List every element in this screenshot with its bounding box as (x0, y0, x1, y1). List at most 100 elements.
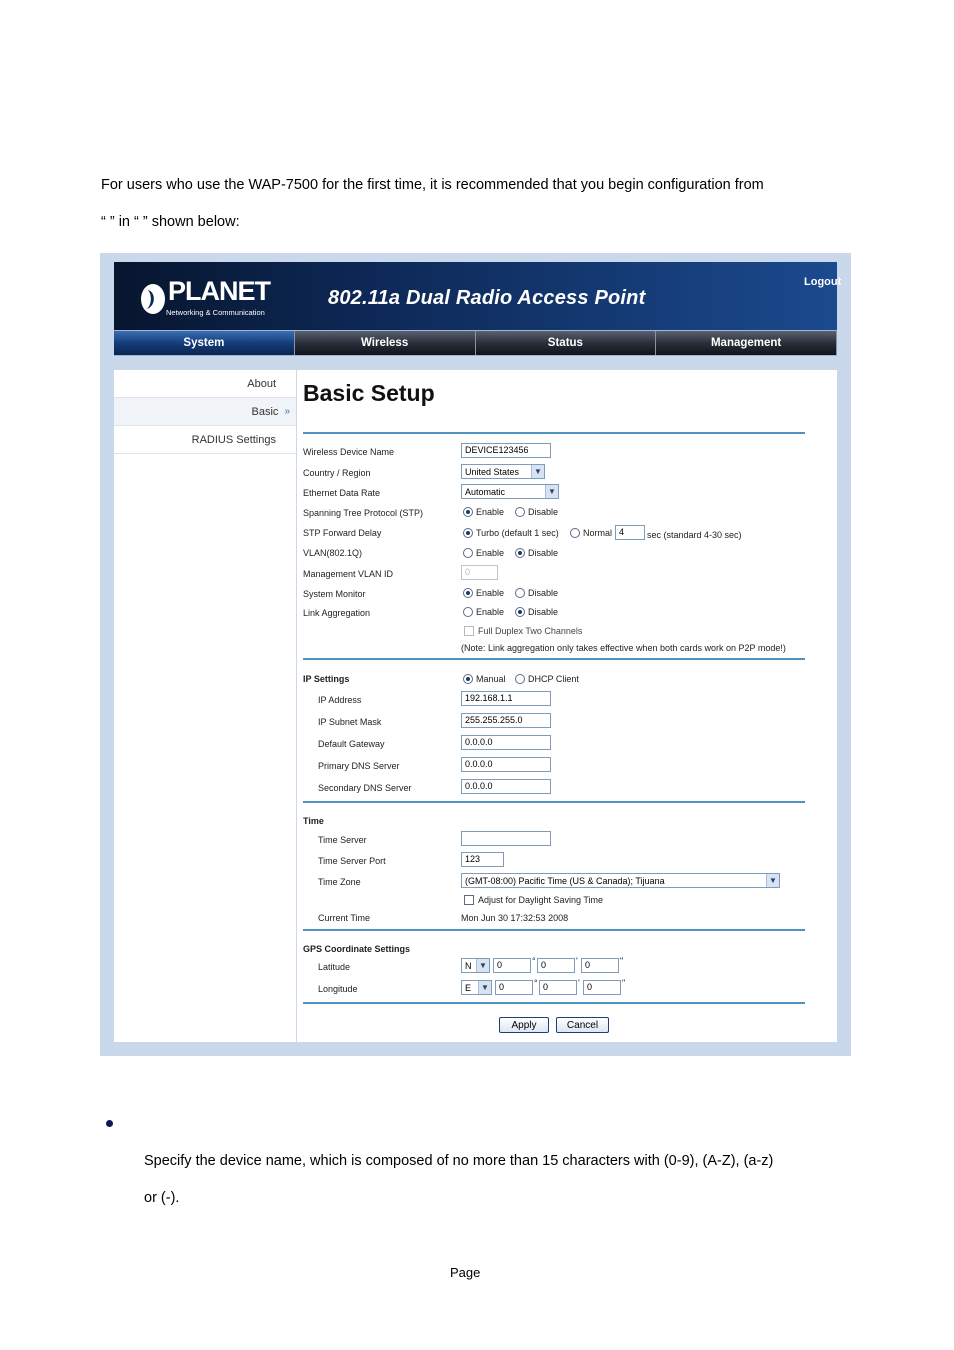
section-divider (303, 432, 805, 434)
aggregation-enable-radio[interactable]: Enable (463, 607, 504, 617)
radio-icon (515, 674, 525, 684)
radio-selected-icon (463, 507, 473, 517)
page-title: Basic Setup (303, 380, 435, 406)
country-select[interactable]: United States ▼ (461, 464, 545, 479)
radio-selected-icon (463, 674, 473, 684)
latitude-dir-select[interactable]: N ▼ (461, 958, 490, 973)
tab-system[interactable]: System (114, 331, 295, 355)
subnet-label: IP Subnet Mask (318, 717, 382, 727)
chevron-down-icon: ▼ (531, 465, 544, 478)
stp-disable-radio[interactable]: Disable (515, 507, 558, 517)
subnet-field[interactable]: 255.255.255.0 (461, 713, 551, 728)
sidebar-item-radius-settings[interactable]: RADIUS Settings (114, 426, 296, 454)
option-label: Enable (476, 588, 505, 598)
monitor-disable-radio[interactable]: Disable (515, 588, 558, 598)
option-label: Manual (476, 674, 506, 684)
vlan-label: VLAN(802.1Q) (303, 548, 363, 558)
ip-settings-header: IP Settings (303, 674, 350, 684)
vlan-disable-radio[interactable]: Disable (515, 548, 558, 558)
intro-line-2: “ ” in “ ” shown below: (101, 214, 240, 230)
sidebar-item-label: Basic (251, 405, 279, 418)
aggregation-note: (Note: Link aggregation only takes effec… (461, 643, 786, 653)
dst-checkbox[interactable]: Adjust for Daylight Saving Time (464, 895, 603, 905)
section-divider (303, 801, 805, 803)
checkbox-icon (464, 895, 474, 905)
dns1-field[interactable]: 0.0.0.0 (461, 757, 551, 772)
stp-delay-hint: sec (standard 4-30 sec) (647, 530, 742, 540)
longitude-min-field[interactable]: 0 (539, 980, 577, 995)
option-label: Normal (583, 528, 613, 538)
second-symbol: " (622, 978, 626, 988)
option-label: Enable (476, 507, 505, 517)
country-value: United States (465, 466, 520, 477)
chevron-down-icon: ▼ (476, 959, 489, 972)
ethernet-rate-value: Automatic (465, 486, 506, 497)
system-monitor-label: System Monitor (303, 589, 366, 599)
latitude-deg-field[interactable]: 0 (493, 958, 531, 973)
planet-logo-icon (141, 284, 165, 314)
ip-dhcp-radio[interactable]: DHCP Client (515, 674, 579, 684)
dns2-label: Secondary DNS Server (318, 783, 412, 793)
option-label: Adjust for Daylight Saving Time (478, 895, 604, 905)
degree-symbol: ° (534, 978, 538, 988)
current-time-label: Current Time (318, 913, 371, 923)
time-server-field[interactable] (461, 831, 551, 846)
description-line-2: or (-). (144, 1190, 180, 1206)
ethernet-rate-select[interactable]: Automatic ▼ (461, 484, 559, 499)
dns1-label: Primary DNS Server (318, 761, 400, 771)
gps-header: GPS Coordinate Settings (303, 944, 411, 954)
option-label: Disable (528, 548, 559, 558)
latitude-label: Latitude (318, 962, 351, 972)
ethernet-rate-label: Ethernet Data Rate (303, 488, 381, 498)
latitude-min-field[interactable]: 0 (537, 958, 575, 973)
stp-turbo-radio[interactable]: Turbo (default 1 sec) (463, 528, 559, 538)
mgmt-vlan-field[interactable]: 0 (461, 565, 498, 580)
device-name-field[interactable]: DEVICE123456 (461, 443, 551, 458)
screenshot-frame: PLANET Networking & Communication 802.11… (100, 253, 851, 1056)
longitude-deg-field[interactable]: 0 (495, 980, 533, 995)
brand-subtitle: Networking & Communication (166, 308, 265, 317)
apply-button[interactable]: Apply (499, 1017, 549, 1033)
sidebar: About Basic » RADIUS Settings (114, 370, 296, 1042)
full-duplex-checkbox[interactable]: Full Duplex Two Channels (464, 626, 582, 636)
ip-address-field[interactable]: 192.168.1.1 (461, 691, 551, 706)
minute-symbol: ' (576, 956, 578, 966)
radio-icon (515, 507, 525, 517)
longitude-dir-select[interactable]: E ▼ (461, 980, 492, 995)
stp-delay-field[interactable]: 4 (615, 525, 645, 540)
latitude-sec-field[interactable]: 0 (581, 958, 619, 973)
time-port-label: Time Server Port (318, 856, 386, 866)
vlan-enable-radio[interactable]: Enable (463, 548, 504, 558)
stp-label: Spanning Tree Protocol (STP) (303, 508, 424, 518)
sidebar-item-label: RADIUS Settings (191, 433, 276, 446)
brand-name: PLANET (168, 276, 271, 306)
option-label: Disable (528, 507, 559, 517)
cancel-button[interactable]: Cancel (556, 1017, 609, 1033)
dns2-field[interactable]: 0.0.0.0 (461, 779, 551, 794)
gateway-field[interactable]: 0.0.0.0 (461, 735, 551, 750)
time-zone-select[interactable]: (GMT-08:00) Pacific Time (US & Canada); … (461, 873, 780, 888)
sidebar-item-about[interactable]: About (114, 370, 296, 398)
stp-normal-radio[interactable]: Normal (570, 528, 612, 538)
main-nav: System Wireless Status Management (114, 330, 837, 356)
sidebar-item-basic[interactable]: Basic » (114, 398, 296, 426)
tab-management[interactable]: Management (656, 331, 837, 355)
section-divider (303, 1002, 805, 1004)
planet-logo: PLANET Networking & Communication (128, 274, 271, 322)
logout-link[interactable]: Logout (804, 276, 841, 288)
ip-manual-radio[interactable]: Manual (463, 674, 506, 684)
tab-wireless[interactable]: Wireless (294, 331, 476, 355)
option-label: Disable (528, 588, 559, 598)
longitude-sec-field[interactable]: 0 (583, 980, 621, 995)
radio-selected-icon (515, 607, 525, 617)
time-port-field[interactable]: 123 (461, 852, 504, 867)
longitude-dir-value: E (465, 982, 472, 993)
aggregation-disable-radio[interactable]: Disable (515, 607, 558, 617)
stp-enable-radio[interactable]: Enable (463, 507, 504, 517)
longitude-label: Longitude (318, 984, 358, 994)
active-marker-icon: » (284, 406, 290, 417)
monitor-enable-radio[interactable]: Enable (463, 588, 504, 598)
time-header: Time (303, 816, 324, 826)
tab-status[interactable]: Status (475, 331, 657, 355)
degree-symbol: ° (532, 956, 536, 966)
